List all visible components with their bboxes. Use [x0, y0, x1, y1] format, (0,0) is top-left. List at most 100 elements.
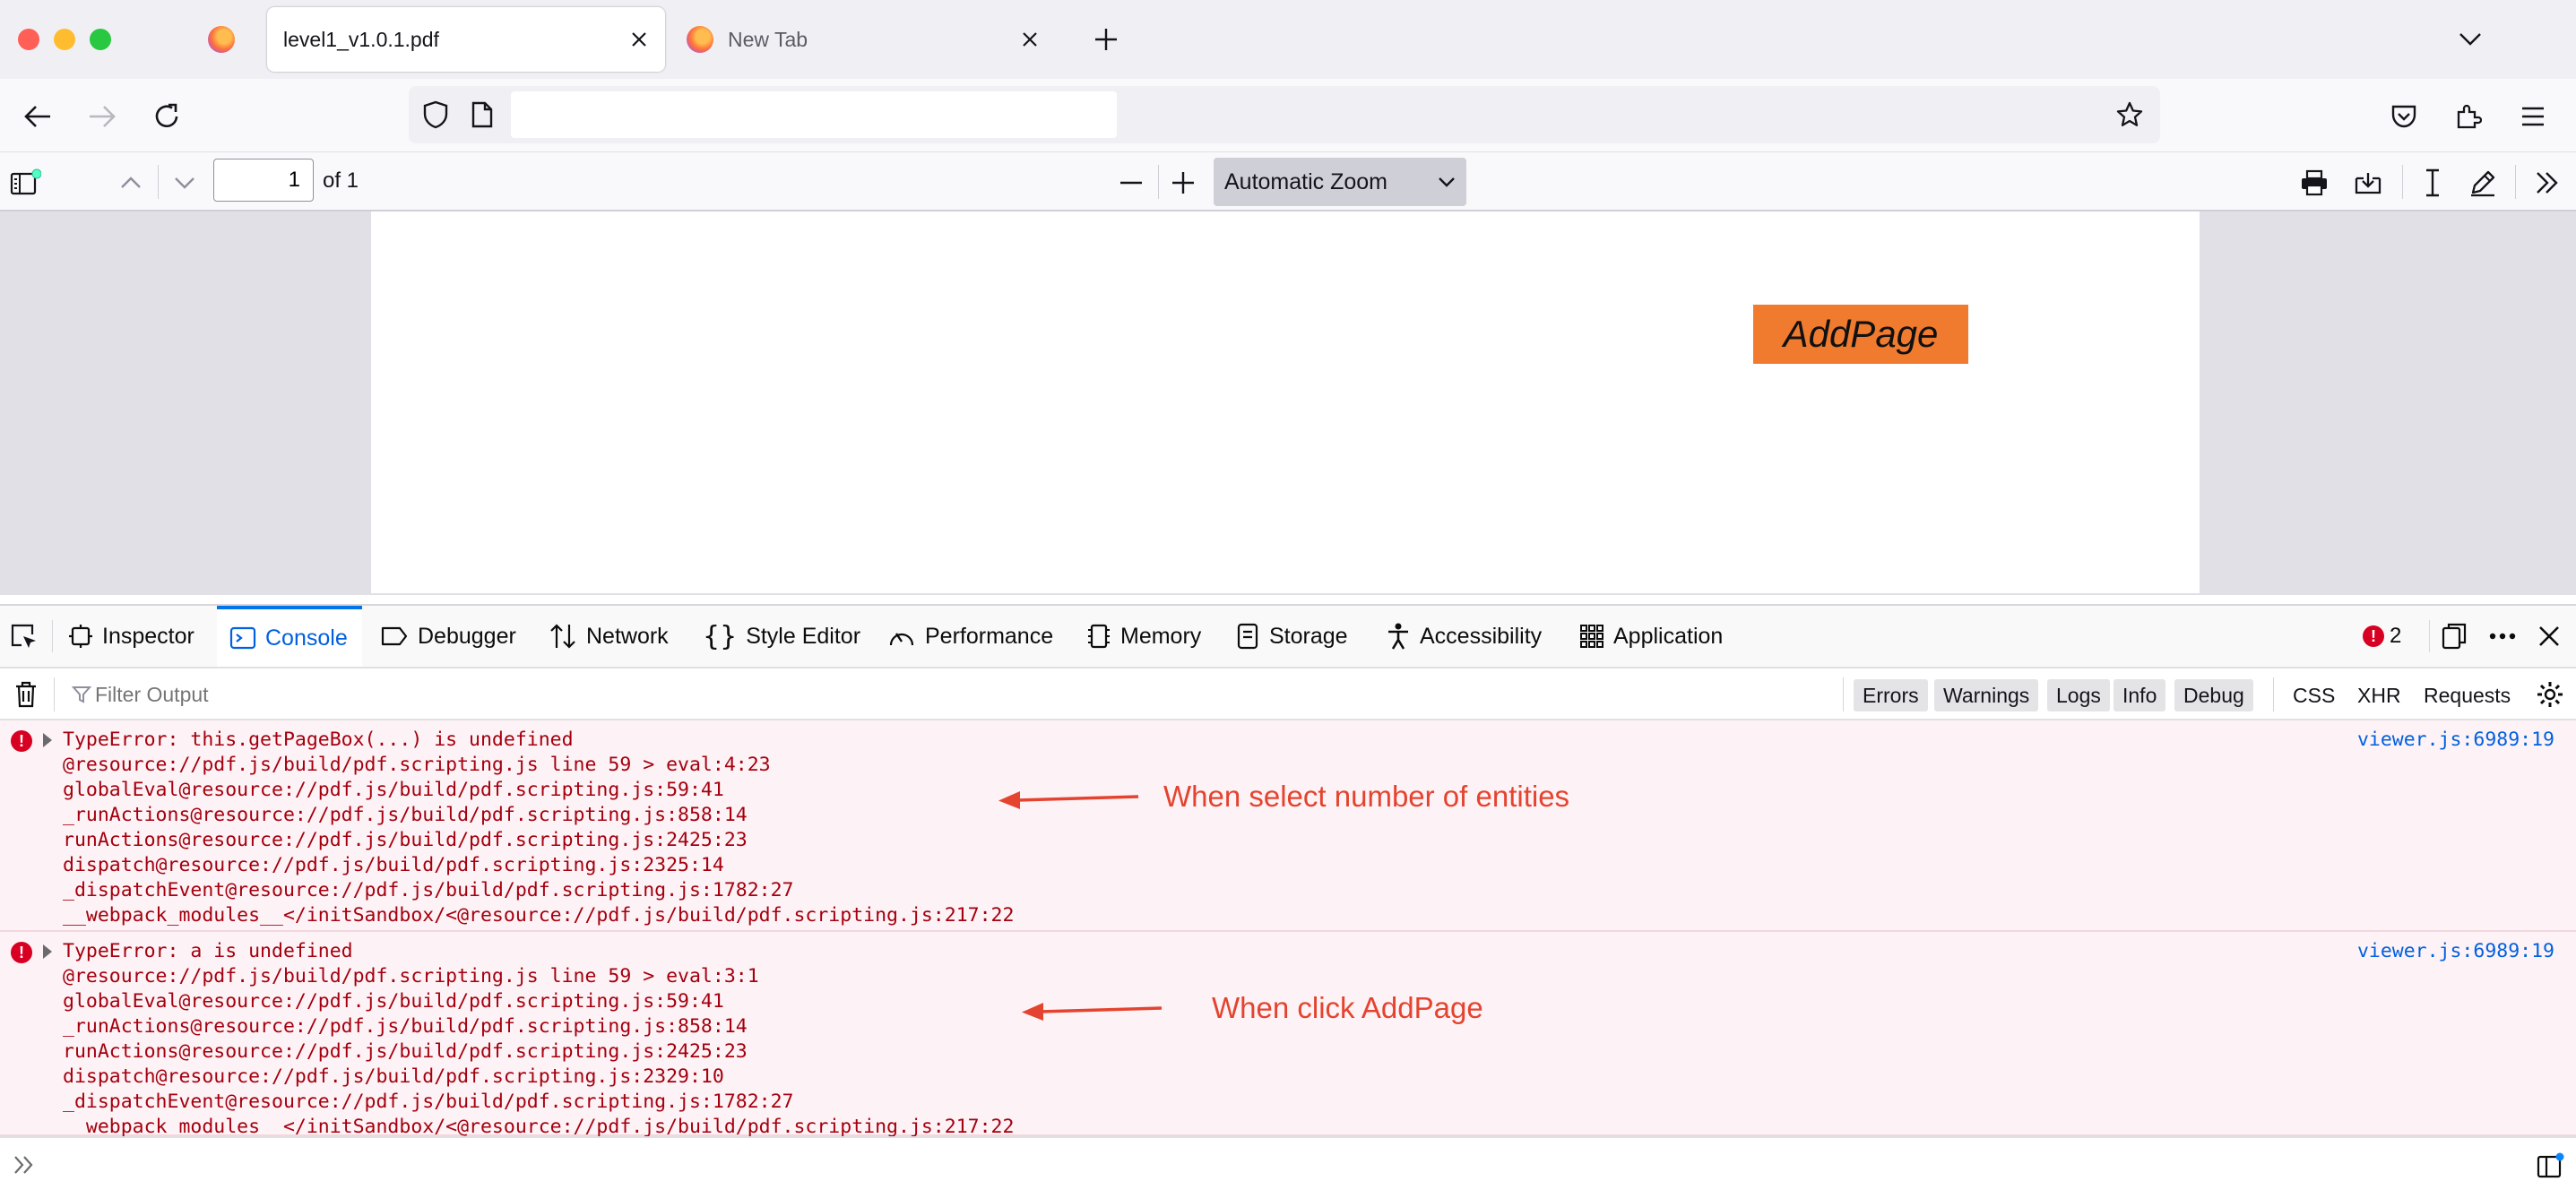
tab-title: level1_v1.0.1.pdf [283, 27, 439, 51]
trash-icon [16, 681, 36, 708]
draw-tool-button[interactable] [2463, 163, 2503, 203]
console-error-message[interactable]: ! TypeError: a is undefined @resource://… [0, 932, 2576, 1138]
tab-network[interactable]: Network [549, 606, 669, 667]
tab-new[interactable]: New Tab [670, 7, 1056, 72]
editor-mode-button[interactable] [2533, 1149, 2567, 1183]
reload-button[interactable] [147, 97, 186, 136]
tab-label: Network [586, 623, 669, 649]
filter-info-button[interactable]: Info [2114, 679, 2166, 711]
url-bar[interactable] [409, 86, 2160, 143]
back-button[interactable] [18, 97, 57, 136]
stack-frame[interactable]: _runActions@resource://pdf.js/build/pdf.… [63, 803, 748, 828]
navigation-toolbar [0, 79, 2576, 152]
stack-frame[interactable]: _dispatchEvent@resource://pdf.js/build/p… [63, 878, 793, 903]
minimize-window-button[interactable] [54, 29, 75, 50]
tab-memory[interactable]: Memory [1086, 606, 1201, 667]
stack-frame[interactable]: @resource://pdf.js/build/pdf.scripting.j… [63, 964, 759, 989]
devtools-panel: Inspector Console Debugger Network {} St… [0, 604, 2576, 1190]
previous-page-button[interactable] [113, 165, 149, 201]
filter-css-button[interactable]: CSS [2293, 679, 2335, 711]
stack-frame[interactable]: runActions@resource://pdf.js/build/pdf.s… [63, 828, 748, 853]
devtools-toolbar: Inspector Console Debugger Network {} St… [0, 606, 2576, 668]
error-count-badge[interactable]: ! 2 [2363, 606, 2401, 667]
tab-application[interactable]: Application [1579, 606, 1723, 667]
tab-inspector[interactable]: Inspector [68, 606, 194, 667]
filter-icon [72, 686, 91, 703]
more-options-button[interactable] [2485, 618, 2520, 654]
filter-debug-button[interactable]: Debug [2174, 679, 2253, 711]
tracking-protection-button[interactable] [418, 97, 454, 133]
accessibility-icon [1388, 623, 1408, 650]
app-menu-button[interactable] [2513, 97, 2553, 136]
stack-frame[interactable]: dispatch@resource://pdf.js/build/pdf.scr… [63, 1065, 724, 1090]
pdf-viewer[interactable]: AddPage [0, 211, 2576, 595]
message-location-link[interactable]: viewer.js:6989:19 [2357, 939, 2554, 964]
tab-style-editor[interactable]: {} Style Editor [703, 606, 860, 667]
more-tools-button[interactable] [2528, 163, 2567, 203]
message-location-link[interactable]: viewer.js:6989:19 [2357, 728, 2554, 753]
dock-options-button[interactable] [2436, 618, 2472, 654]
new-tab-button[interactable] [1088, 22, 1124, 57]
chevron-down-icon [1439, 177, 1455, 187]
clear-console-button[interactable] [9, 677, 43, 711]
forward-button[interactable] [82, 97, 122, 136]
tab-accessibility[interactable]: Accessibility [1386, 606, 1542, 667]
stack-frame[interactable]: globalEval@resource://pdf.js/build/pdf.s… [63, 989, 724, 1014]
download-button[interactable] [2348, 163, 2388, 203]
zoom-out-button[interactable] [1113, 165, 1149, 201]
pick-element-button[interactable] [5, 618, 41, 654]
text-cursor-icon [2426, 168, 2439, 197]
close-icon[interactable] [629, 30, 649, 49]
console-settings-button[interactable] [2533, 677, 2567, 711]
text-tool-button[interactable] [2413, 163, 2452, 203]
inspector-icon [69, 625, 92, 648]
filter-warnings-button[interactable]: Warnings [1934, 679, 2039, 711]
firefox-icon [687, 26, 713, 53]
stack-frame[interactable]: runActions@resource://pdf.js/build/pdf.s… [63, 1039, 748, 1065]
console-error-message[interactable]: ! TypeError: this.getPageBox(...) is und… [0, 720, 2576, 932]
sidebar-toggle-button[interactable] [7, 165, 43, 201]
star-icon [2116, 101, 2143, 126]
filter-output-input[interactable] [95, 676, 1834, 713]
stack-frame[interactable]: dispatch@resource://pdf.js/build/pdf.scr… [63, 853, 724, 878]
expand-triangle-icon[interactable] [43, 944, 52, 959]
stack-frame[interactable]: globalEval@resource://pdf.js/build/pdf.s… [63, 778, 724, 803]
firefox-view-tab[interactable] [192, 7, 251, 72]
close-icon[interactable] [1020, 30, 1040, 49]
zoom-window-button[interactable] [90, 29, 111, 50]
print-button[interactable] [2295, 163, 2334, 203]
zoom-in-button[interactable] [1165, 165, 1201, 201]
pocket-button[interactable] [2384, 97, 2424, 136]
tab-label: Console [265, 625, 348, 651]
filter-requests-button[interactable]: Requests [2424, 679, 2511, 711]
stack-frame[interactable]: __webpack_modules__</initSandbox/<@resou… [63, 903, 1014, 928]
tab-performance[interactable]: Performance [887, 606, 1053, 667]
tab-storage[interactable]: Storage [1235, 606, 1348, 667]
tab-debugger[interactable]: Debugger [380, 606, 516, 667]
filter-logs-button[interactable]: Logs [2047, 679, 2110, 711]
stack-frame[interactable]: _runActions@resource://pdf.js/build/pdf.… [63, 1014, 748, 1039]
list-all-tabs-button[interactable] [2452, 22, 2488, 57]
close-devtools-button[interactable] [2531, 618, 2567, 654]
separator [2429, 620, 2430, 652]
close-window-button[interactable] [18, 29, 39, 50]
zoom-select[interactable]: Automatic Zoom [1214, 158, 1466, 206]
filter-xhr-button[interactable]: XHR [2357, 679, 2401, 711]
addpage-button[interactable]: AddPage [1753, 305, 1968, 364]
extensions-button[interactable] [2449, 97, 2488, 136]
site-info-button[interactable] [464, 97, 500, 133]
page-number-input[interactable] [213, 159, 314, 202]
console-input[interactable] [47, 1147, 2503, 1185]
stack-frame[interactable]: _dispatchEvent@resource://pdf.js/build/p… [63, 1090, 793, 1115]
braces-icon: {} [703, 620, 738, 652]
expand-triangle-icon[interactable] [43, 733, 52, 747]
filter-errors-button[interactable]: Errors [1854, 679, 1928, 711]
tab-pdf[interactable]: level1_v1.0.1.pdf [267, 7, 665, 72]
next-page-button[interactable] [167, 165, 203, 201]
tab-label: Performance [925, 623, 1054, 649]
tab-console[interactable]: Console [217, 606, 362, 667]
console-input-row[interactable] [0, 1136, 2576, 1190]
url-input[interactable] [511, 91, 1117, 138]
bookmark-button[interactable] [2112, 97, 2148, 133]
stack-frame[interactable]: @resource://pdf.js/build/pdf.scripting.j… [63, 753, 771, 778]
